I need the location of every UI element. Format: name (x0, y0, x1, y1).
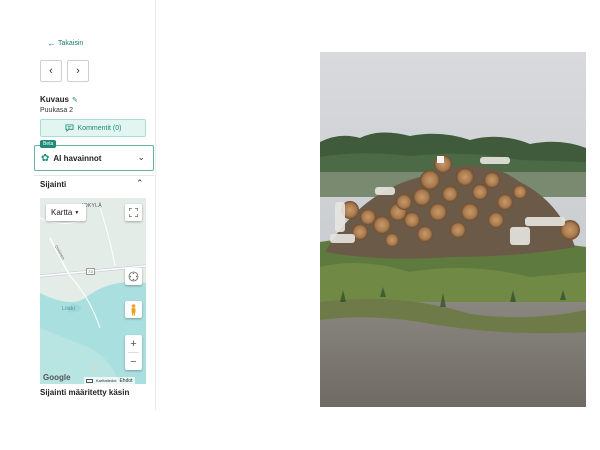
keyboard-icon[interactable] (86, 378, 93, 383)
google-logo: Google (43, 373, 71, 382)
move-icon (128, 271, 139, 282)
location-manual-text: Sijainti määritetty käsin (40, 388, 130, 397)
description-title: Kuvaus (40, 95, 69, 104)
comment-icon (65, 124, 73, 132)
tag-label (437, 156, 444, 163)
street-view-button[interactable] (125, 301, 142, 318)
map-data-link[interactable]: Karttatiedot (96, 378, 116, 383)
next-button[interactable]: › (67, 60, 89, 82)
back-label: Takaisin (58, 40, 84, 47)
chevron-down-icon: ⌄ (137, 152, 145, 162)
description-header: Kuvaus ✎ (40, 95, 78, 104)
arrow-left-icon: ← (47, 38, 56, 48)
chevron-right-icon: › (76, 65, 80, 77)
previous-button[interactable]: ‹ (40, 60, 62, 82)
ai-observations-toggle[interactable]: ✿ AI havainnot ⌄ (34, 145, 154, 171)
zoom-control[interactable]: + − (125, 335, 142, 370)
back-link[interactable]: ← Takaisin (47, 38, 84, 48)
map-lake-label: Lilaki (62, 306, 76, 312)
camera-control-button[interactable] (125, 268, 142, 285)
location-title: Sijainti (40, 180, 67, 189)
pencil-icon[interactable]: ✎ (72, 96, 78, 104)
brain-icon: ✿ (41, 152, 50, 164)
caret-down-icon: ▼ (74, 209, 80, 216)
pegman-icon (131, 303, 136, 315)
observation-photo (320, 52, 586, 407)
divider (34, 175, 154, 176)
beta-badge: Beta (40, 140, 57, 148)
ai-observations-label: AI havainnot (53, 153, 102, 163)
map-footer: Karttatiedot Ehdot (84, 377, 135, 384)
map-type-label: Kartta (51, 208, 73, 217)
chevron-left-icon: ‹ (49, 65, 53, 77)
zoom-out-icon[interactable]: − (125, 353, 142, 370)
map-terms-link[interactable]: Ehdot (119, 378, 132, 384)
comments-button[interactable]: Kommentit (0) (40, 119, 146, 137)
sidebar: ← Takaisin ‹ › Kuvaus ✎ Puukasa 2 Kommen… (0, 0, 156, 410)
map-road-number: 73 (86, 268, 96, 275)
location-map[interactable]: IOKYLÄ Lilaki Ontinen 73 Kartta ▼ + − Go… (40, 198, 146, 384)
chevron-up-icon[interactable]: ⌃ (136, 178, 144, 189)
zoom-in-icon[interactable]: + (125, 335, 142, 352)
map-type-dropdown[interactable]: Kartta ▼ (46, 204, 86, 221)
fullscreen-icon (129, 208, 138, 217)
description-text: Puukasa 2 (40, 107, 74, 114)
woodpile-photo (320, 52, 586, 407)
fullscreen-button[interactable] (125, 204, 142, 221)
comments-label: Kommentit (0) (77, 124, 122, 132)
